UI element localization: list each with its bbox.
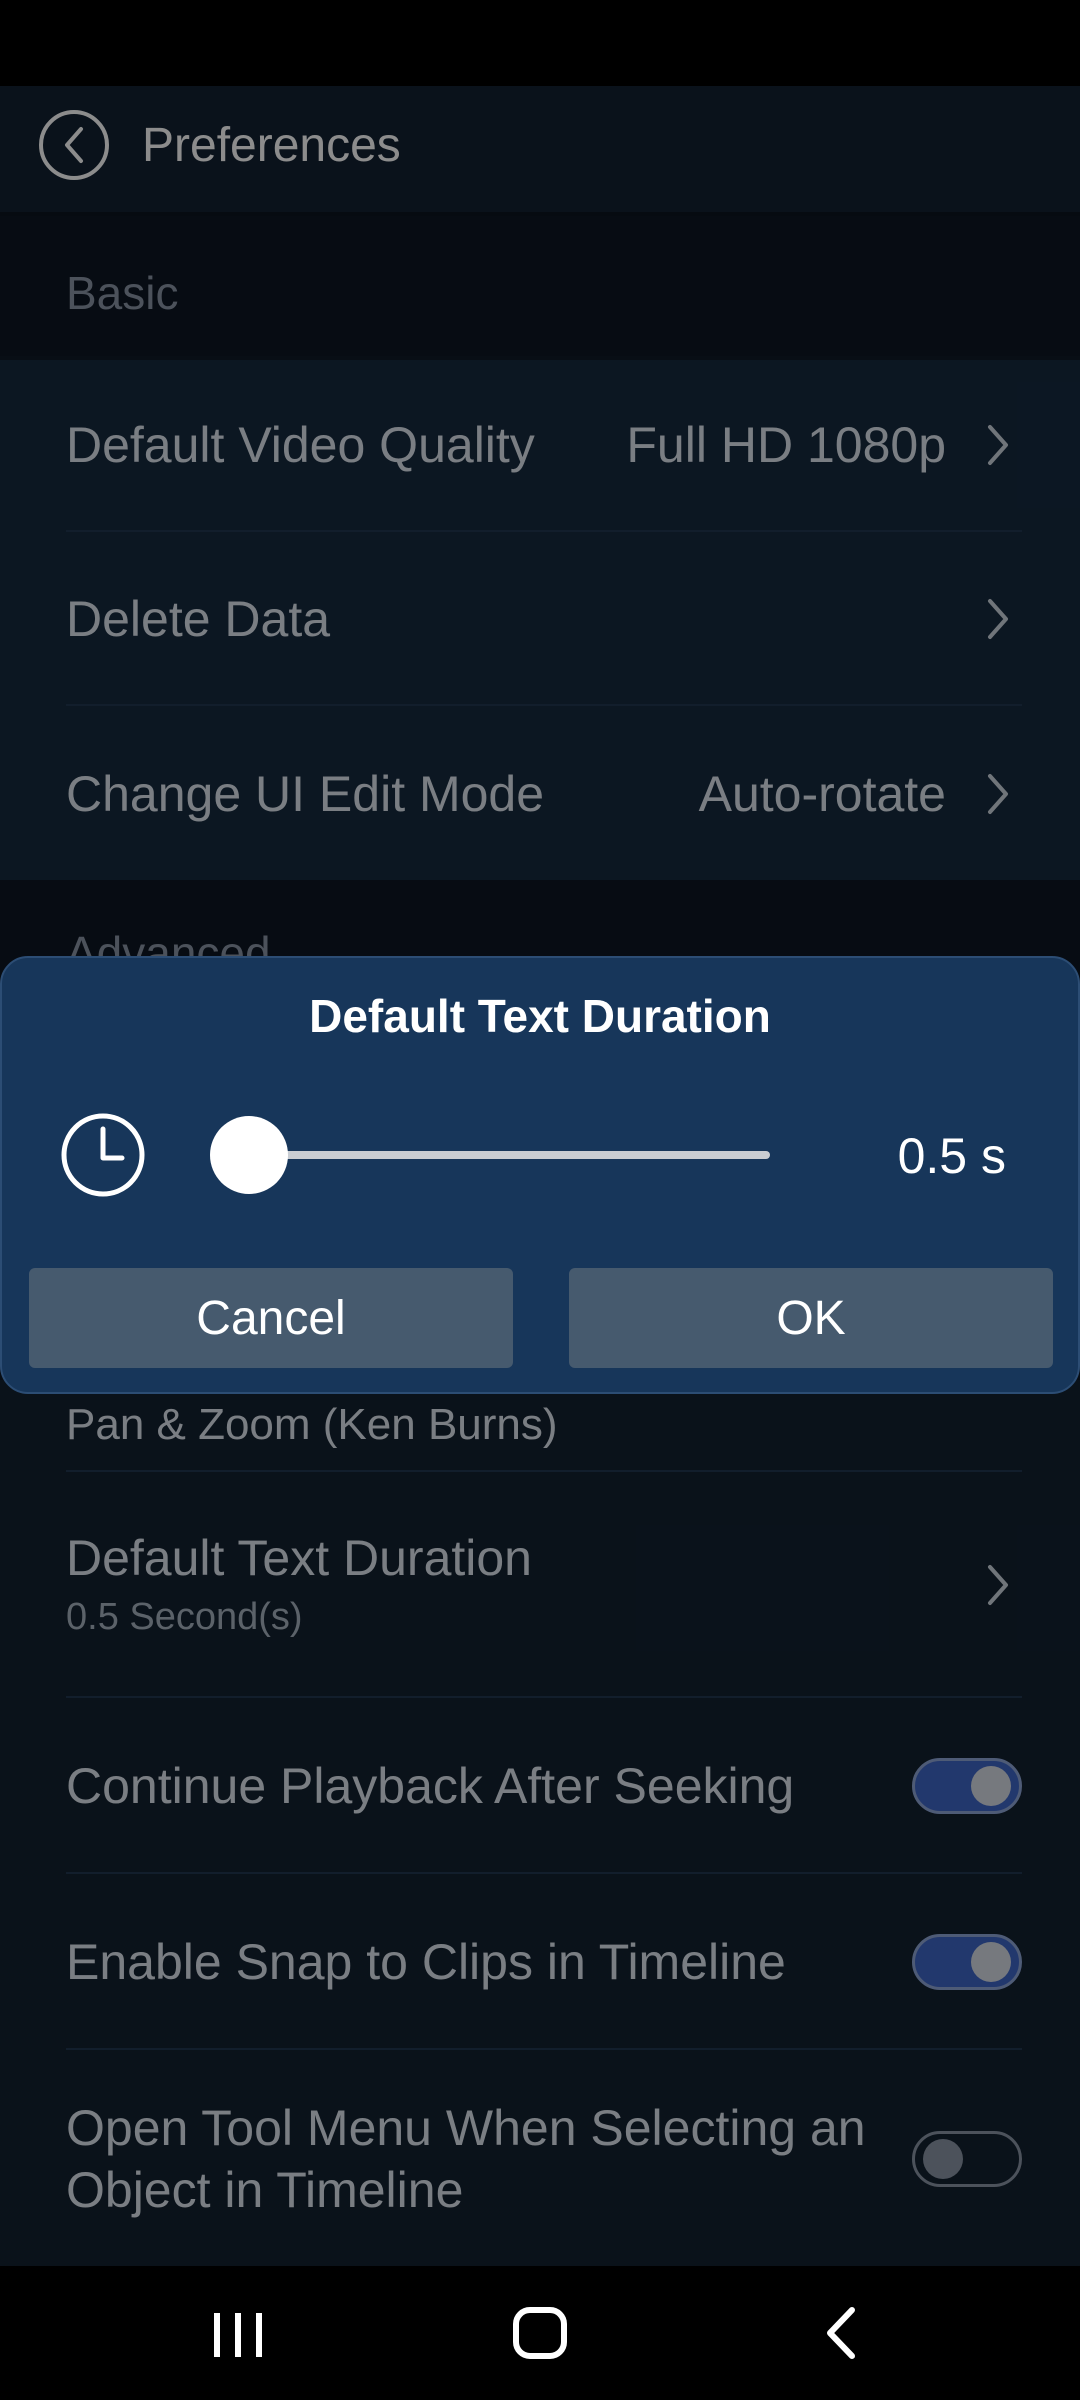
- duration-slider-thumb[interactable]: [210, 1116, 288, 1194]
- ok-button[interactable]: OK: [569, 1268, 1053, 1368]
- clock-icon: [61, 1113, 145, 1197]
- nav-back-icon[interactable]: [802, 2298, 882, 2368]
- home-icon[interactable]: [500, 2298, 580, 2368]
- dialog-title: Default Text Duration: [309, 990, 771, 1042]
- system-nav-bar: [0, 2266, 1080, 2400]
- status-bar: [0, 0, 1080, 86]
- cancel-button[interactable]: Cancel: [29, 1268, 513, 1368]
- recent-apps-icon[interactable]: [198, 2298, 278, 2368]
- duration-dialog: Default Text Duration 0.5 s Cancel OK: [0, 956, 1080, 1394]
- duration-value: 0.5 s: [897, 1128, 1006, 1184]
- duration-slider-track[interactable]: [250, 1151, 770, 1159]
